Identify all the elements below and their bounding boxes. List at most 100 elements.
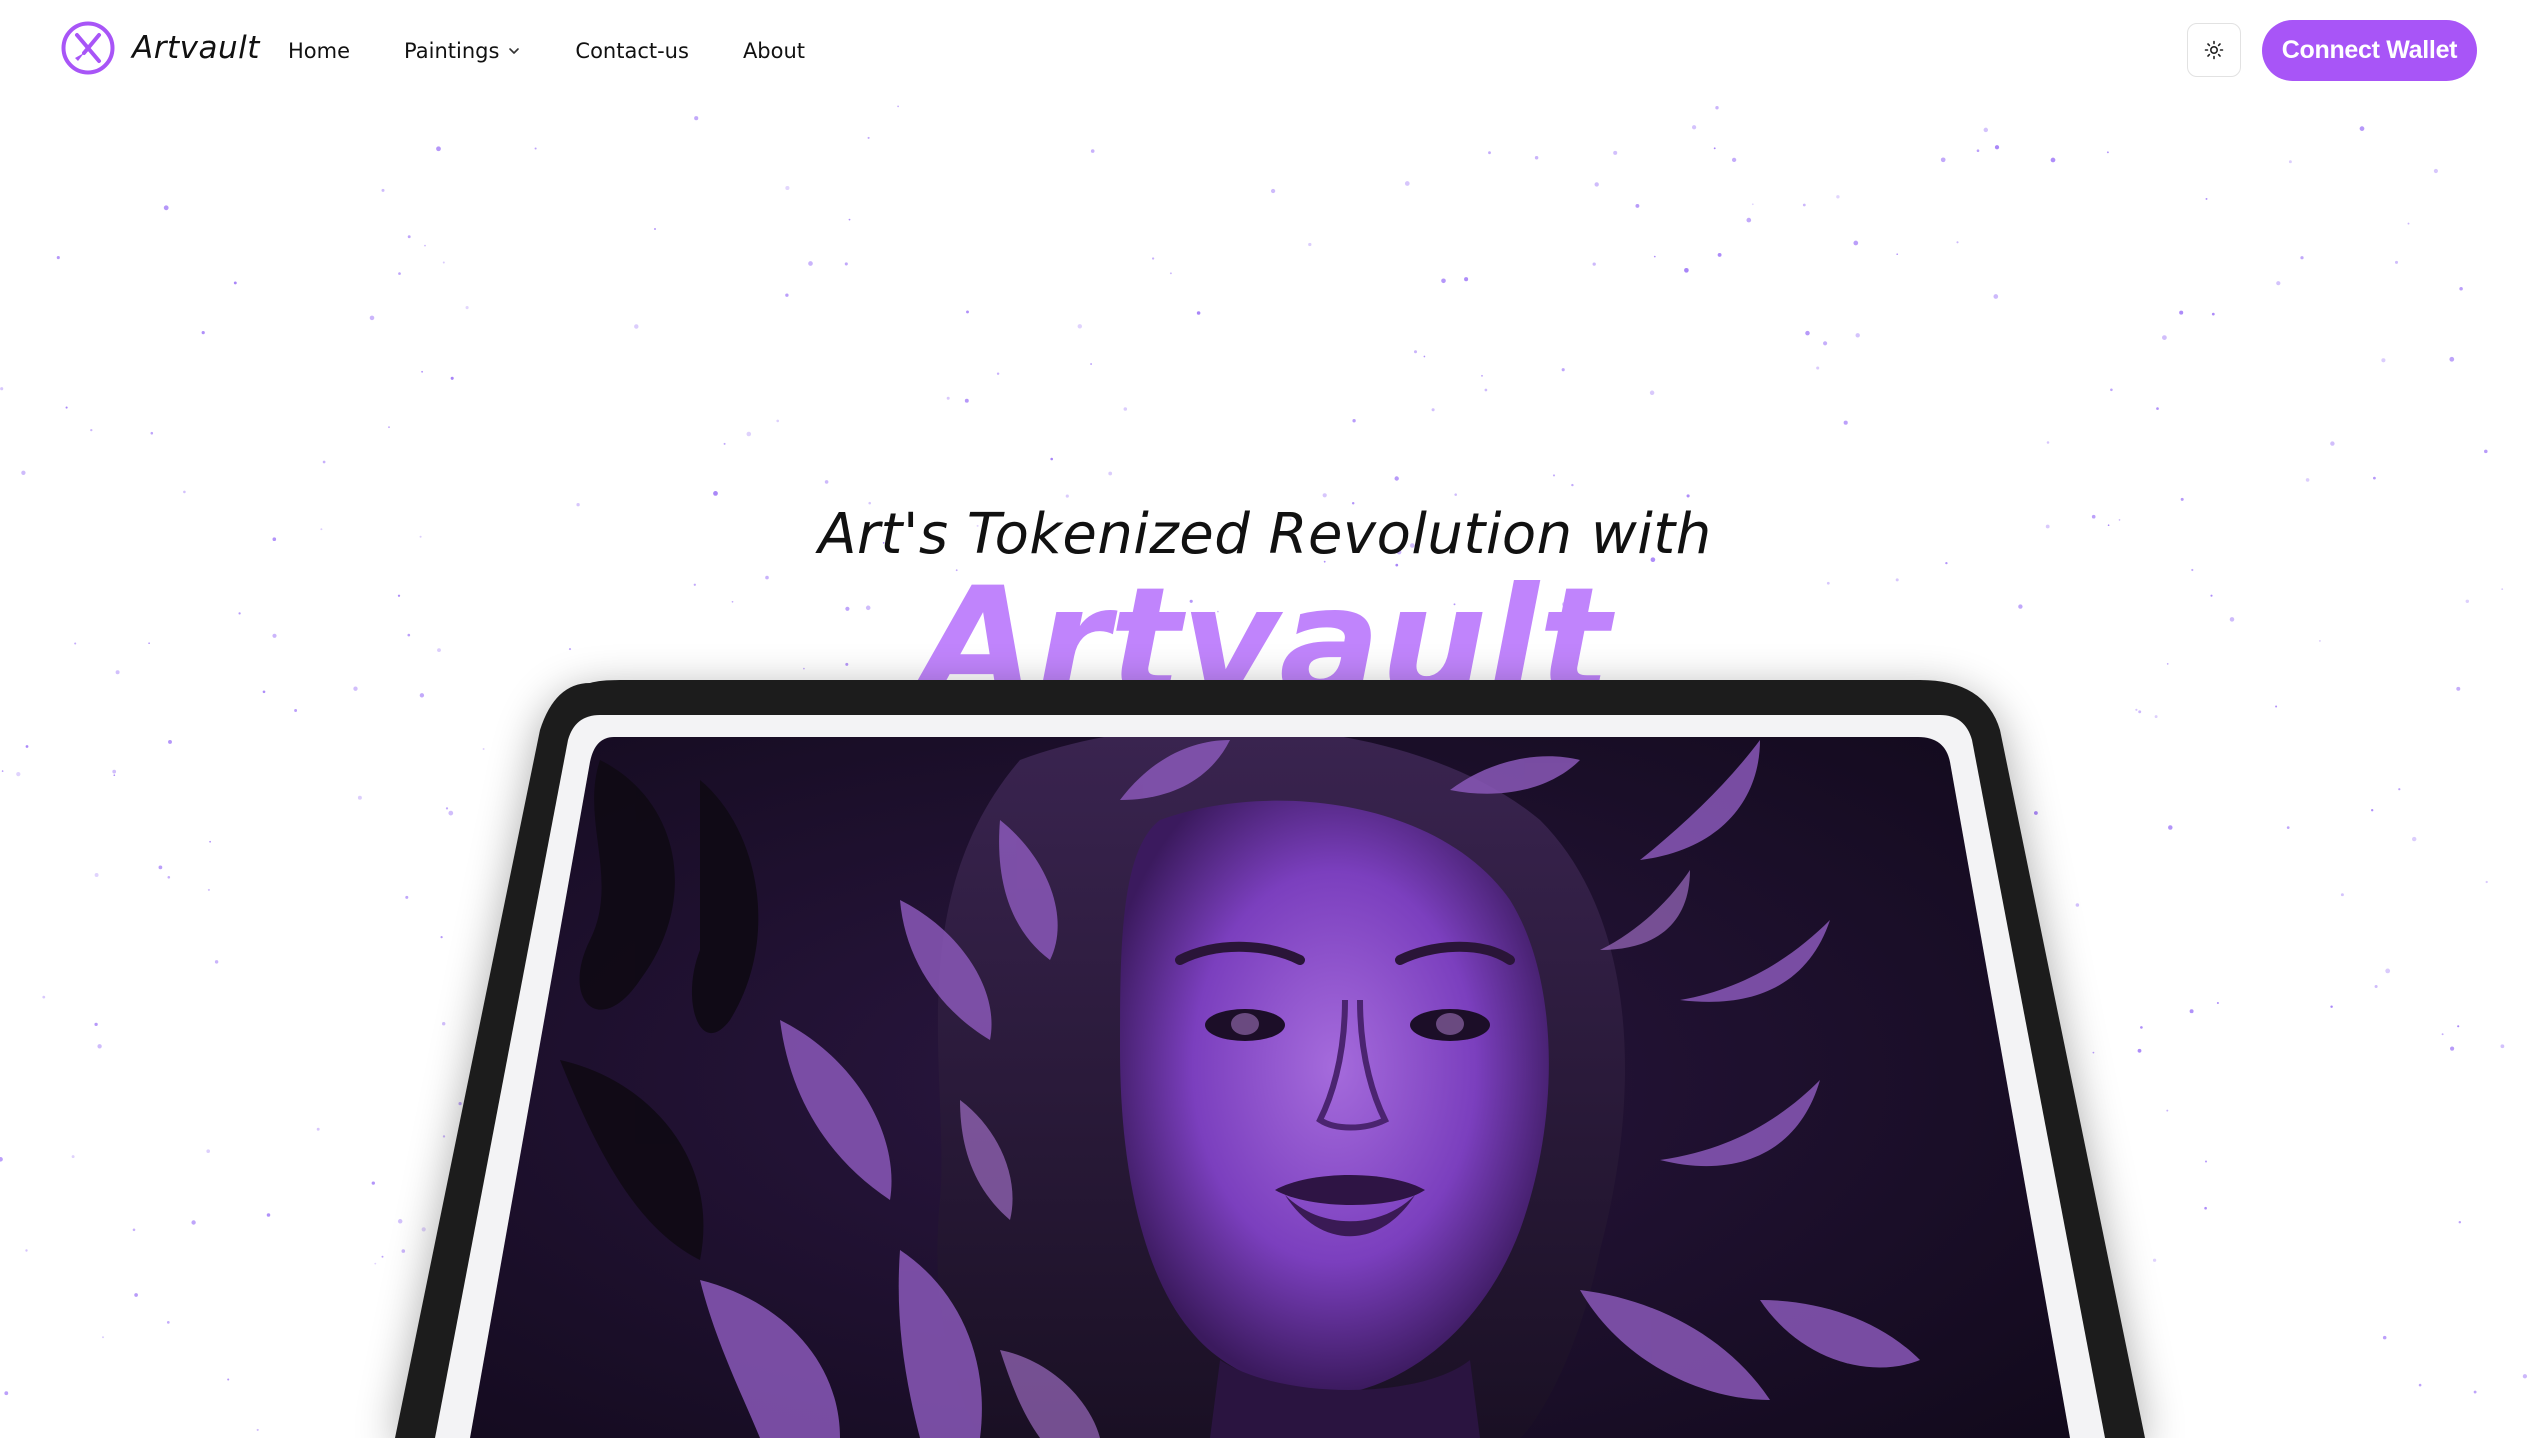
star-dot (2288, 160, 2292, 164)
star-dot (1033, 1069, 1037, 1074)
star-dot (1414, 350, 1417, 354)
star-dot (2449, 356, 2455, 362)
star-dot (1539, 1288, 1544, 1293)
star-dot (1877, 1259, 1881, 1263)
star-dot (1941, 1360, 1945, 1364)
tablet-bezel (435, 715, 2105, 1438)
star-dot (2025, 1011, 2029, 1015)
star-dot (1391, 743, 1395, 747)
star-dot (207, 888, 210, 891)
star-dot (1802, 203, 1806, 207)
star-dot (2205, 197, 2208, 200)
logo-link[interactable]: Artvault (60, 20, 260, 76)
star-dot (1996, 877, 2000, 881)
star-dot (2450, 1046, 2455, 1051)
star-dot (1751, 203, 1754, 206)
star-dot (1209, 1316, 1213, 1319)
star-dot (1932, 1099, 1937, 1103)
star-dot (1907, 1046, 1911, 1050)
star-dot (808, 261, 813, 266)
star-dot (1691, 125, 1697, 130)
star-dot (2211, 312, 2215, 316)
star-dot (2040, 1346, 2044, 1350)
star-dot (1221, 1003, 1223, 1006)
star-dot (2050, 157, 2056, 163)
star-dot (4, 1391, 9, 1396)
star-dot (2485, 880, 2488, 884)
nav-paintings-dropdown[interactable]: Paintings (404, 39, 521, 63)
star-dot (353, 686, 358, 691)
star-dot (802, 1020, 806, 1025)
star-dot (158, 865, 163, 870)
star-dot (1102, 1268, 1105, 1272)
star-dot (1875, 763, 1878, 766)
star-dot (21, 470, 26, 475)
star-dot (1715, 786, 1720, 790)
star-dot (1123, 407, 1128, 411)
star-dot (998, 796, 1001, 800)
star-dot (741, 799, 746, 803)
star-dot (2484, 449, 2488, 454)
star-dot (1108, 471, 1113, 476)
star-dot (2457, 1025, 2460, 1028)
star-dot (2286, 826, 2290, 829)
star-dot (398, 272, 401, 275)
star-dot (1966, 1242, 1971, 1248)
star-dot (2382, 1335, 2387, 1340)
connect-wallet-button[interactable]: Connect Wallet (2262, 20, 2477, 81)
star-dot (2395, 260, 2398, 264)
star-dot (1454, 493, 1457, 496)
star-dot (1515, 1368, 1520, 1373)
star-dot (680, 962, 684, 966)
star-dot (918, 1140, 923, 1145)
star-dot (920, 1414, 924, 1418)
star-dot (1051, 792, 1054, 795)
star-dot (1653, 255, 1656, 258)
star-dot (867, 136, 870, 139)
star-dot (1592, 262, 1596, 266)
star-dot (2456, 686, 2461, 691)
nav-home[interactable]: Home (288, 39, 350, 63)
star-dot (590, 757, 595, 762)
star-dot (0, 387, 4, 391)
nav-contact[interactable]: Contact-us (575, 39, 689, 63)
star-dot (2441, 1033, 2444, 1036)
star-dot (1165, 1244, 1168, 1247)
star-dot (1488, 151, 1491, 155)
star-dot (2398, 788, 2401, 791)
star-dot (421, 1227, 426, 1232)
star-dot (381, 188, 385, 192)
star-dot (938, 848, 941, 851)
star-dot (1204, 1159, 1207, 1163)
star-dot (2137, 1048, 2142, 1053)
star-dot (1983, 127, 1989, 133)
star-dot (1048, 943, 1051, 947)
nav-about[interactable]: About (743, 39, 805, 63)
star-dot (500, 937, 506, 942)
star-dot (357, 795, 362, 800)
star-dot (1935, 1040, 1940, 1045)
star-dot (1151, 257, 1155, 260)
star-dot (421, 370, 423, 373)
star-dot (1174, 704, 1177, 708)
star-dot (1453, 1141, 1457, 1145)
star-dot (1, 770, 4, 772)
star-dot (556, 1271, 561, 1276)
chevron-down-icon (509, 48, 520, 54)
theme-toggle-button[interactable] (2187, 23, 2241, 77)
star-dot (1065, 494, 1069, 498)
star-dot (1125, 1070, 1130, 1075)
star-dot (1684, 267, 1689, 273)
star-dot (1539, 689, 1543, 694)
star-dot (2179, 310, 2184, 315)
star-dot (552, 1005, 557, 1010)
star-dot (1863, 876, 1865, 879)
star-dot (1976, 149, 1980, 152)
star-dot (1090, 363, 1093, 365)
star-dot (113, 774, 116, 777)
star-dot (374, 1262, 377, 1265)
star-dot (1172, 792, 1178, 797)
star-dot (849, 745, 852, 747)
star-dot (405, 895, 409, 899)
star-dot (1307, 1204, 1311, 1207)
